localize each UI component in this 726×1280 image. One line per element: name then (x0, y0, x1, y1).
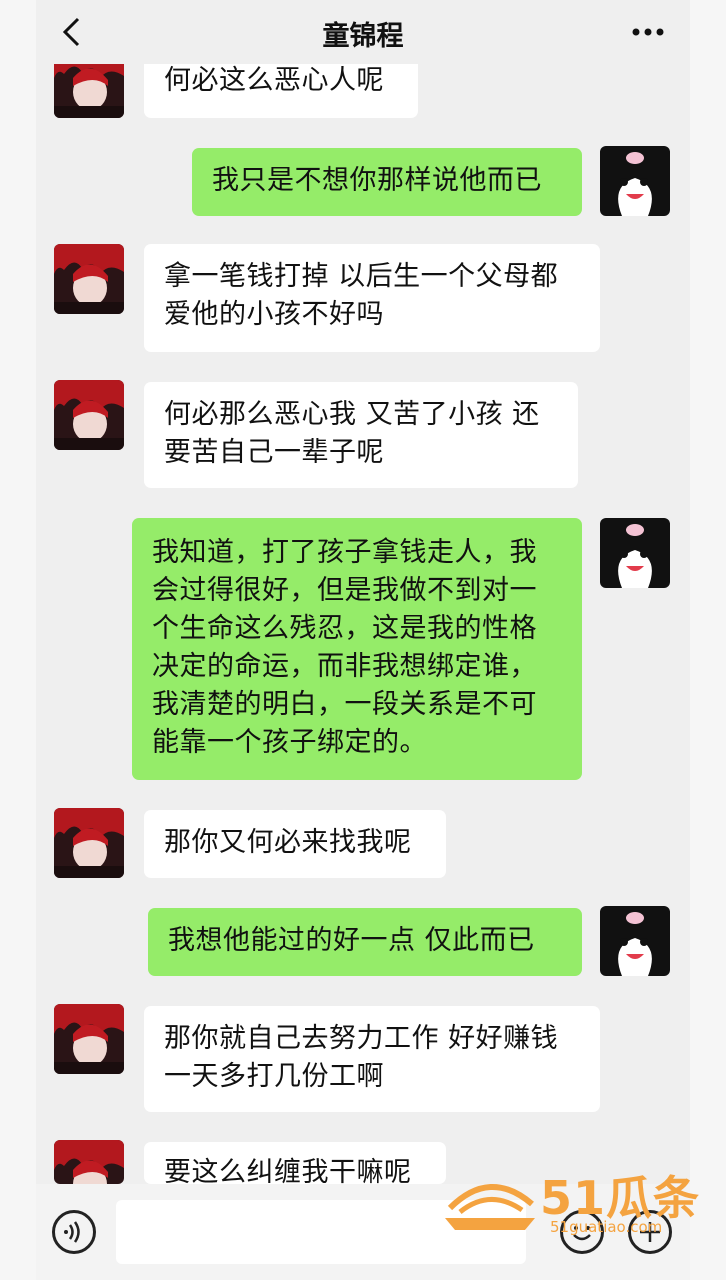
user-avatar[interactable] (600, 518, 670, 588)
contact-avatar[interactable] (54, 380, 124, 450)
message-bubble-outgoing: 我想他能过的好一点 仅此而已 (148, 908, 582, 976)
message-bubble-incoming: 拿一笔钱打掉 以后生一个父母都 爱他的小孩不好吗 (144, 244, 600, 352)
contact-avatar[interactable] (54, 1004, 124, 1074)
message-bubble-outgoing: 我知道，打了孩子拿钱走人，我 会过得很好，但是我做不到对一 个生命这么残忍，这是… (132, 518, 582, 780)
more-dots-icon[interactable] (628, 18, 668, 46)
contact-avatar[interactable] (54, 244, 124, 314)
chat-title: 童锦程 (322, 21, 404, 52)
message-bubble-outgoing: 我只是不想你那样说他而已 (192, 148, 582, 216)
message-bubble-incoming: 那你就自己去努力工作 好好赚钱 一天多打几份工啊 (144, 1006, 600, 1112)
user-avatar[interactable] (600, 906, 670, 976)
message-input[interactable] (116, 1200, 526, 1264)
contact-avatar[interactable] (54, 808, 124, 878)
right-margin (690, 0, 726, 1280)
message-bubble-incoming: 何必那么恶心我 又苦了小孩 还 要苦自己一辈子呢 (144, 382, 578, 488)
emoji-icon[interactable] (560, 1210, 604, 1254)
message-bubble-incoming: 那你又何必来找我呢 (144, 810, 446, 878)
user-avatar[interactable] (600, 146, 670, 216)
contact-avatar[interactable] (54, 1140, 124, 1184)
left-margin (0, 0, 36, 1280)
plus-icon[interactable] (628, 1210, 672, 1254)
chat-screen: 童锦程 何必这么恶心人呢 我只是不想你那样说他而已 拿一笔钱打掉 以后生一个父母… (36, 0, 690, 1280)
chat-header: 童锦程 (36, 0, 690, 64)
voice-icon[interactable] (52, 1210, 96, 1254)
input-bar (36, 1184, 690, 1280)
message-bubble-incoming: 要这么纠缠我干嘛呢 (144, 1142, 446, 1184)
